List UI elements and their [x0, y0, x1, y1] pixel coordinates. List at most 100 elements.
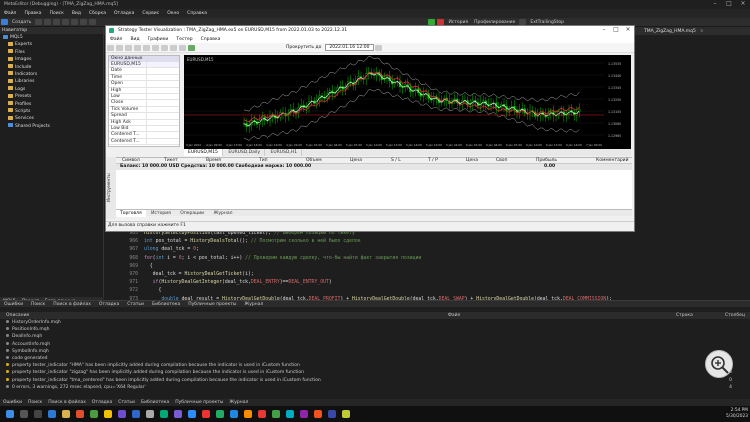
tab-articles[interactable]: Статьи: [118, 400, 135, 405]
nav-logs[interactable]: Logs: [0, 86, 103, 93]
tester-menu-help[interactable]: Справка: [201, 37, 221, 42]
chrome-icon[interactable]: [104, 410, 112, 418]
tab-library-mid[interactable]: Библиотека: [152, 302, 180, 307]
app-icon-4[interactable]: [160, 410, 168, 418]
zoom-out-icon[interactable]: [125, 44, 132, 51]
taskview-icon[interactable]: [34, 410, 42, 418]
app-icon-9[interactable]: [244, 410, 252, 418]
nav-libraries[interactable]: Libraries: [0, 78, 103, 85]
pause-icon[interactable]: [170, 44, 177, 51]
tab-search[interactable]: Поиск: [28, 400, 42, 405]
error-row[interactable]: HistoryOrderInfo.mqh: [0, 319, 750, 326]
app-icon-7[interactable]: [216, 410, 224, 418]
redo-icon[interactable]: [62, 19, 70, 25]
tab-operations[interactable]: Операции: [176, 210, 208, 217]
zoom-in-icon[interactable]: [116, 44, 123, 51]
code-line[interactable]: 972 {: [104, 287, 750, 295]
app-icon-1[interactable]: [118, 410, 126, 418]
app-icon-6[interactable]: [202, 410, 210, 418]
app-icon-16[interactable]: [342, 410, 350, 418]
tab-public-projects-mid[interactable]: Публичные проекты: [188, 302, 236, 307]
app-icon-14[interactable]: [314, 410, 322, 418]
error-row[interactable]: PositionInfo.mqh: [0, 326, 750, 333]
tab-search-files-mid[interactable]: Поиск в файлах: [53, 302, 91, 307]
grid-icon[interactable]: [134, 44, 141, 51]
tab-errors-mid[interactable]: Ошибки: [4, 302, 23, 307]
app-icon-15[interactable]: [328, 410, 336, 418]
tab-public-projects[interactable]: Публичные проекты: [175, 400, 223, 405]
nav-presets[interactable]: Presets: [0, 93, 103, 100]
copy-icon[interactable]: [80, 19, 88, 25]
paste-icon[interactable]: [89, 19, 97, 25]
open-icon[interactable]: [35, 19, 43, 25]
app-icon-2[interactable]: [132, 410, 140, 418]
search-icon[interactable]: [20, 410, 28, 418]
menu-view[interactable]: Вид: [72, 11, 81, 16]
tab-debug-mid[interactable]: Отладка: [99, 302, 119, 307]
code-line[interactable]: 966 int pos_total = HistoryDealsTotal(); …: [104, 238, 750, 246]
menu-file[interactable]: Файл: [4, 11, 16, 16]
speed-icon[interactable]: [179, 44, 186, 51]
tab-journal-mid[interactable]: Журнал: [244, 302, 263, 307]
error-row[interactable]: property tester_indicator "tma_centered"…: [0, 377, 750, 384]
app-icon-10[interactable]: [258, 410, 266, 418]
menu-debug[interactable]: Отладка: [114, 11, 134, 16]
app-icon-5[interactable]: [188, 410, 196, 418]
tab-articles-mid[interactable]: Статьи: [127, 302, 144, 307]
start-icon[interactable]: [6, 410, 14, 418]
error-row[interactable]: code generated: [0, 355, 750, 362]
new-icon[interactable]: [1, 19, 8, 25]
history-button[interactable]: История: [448, 20, 468, 25]
save-icon[interactable]: [44, 19, 52, 25]
minimize-icon[interactable]: –: [708, 0, 722, 9]
store-icon[interactable]: [76, 410, 84, 418]
nav-shared-projects[interactable]: Shared Projects: [0, 123, 103, 130]
tab-trade[interactable]: Торговля: [116, 210, 146, 217]
tab-search-mid[interactable]: Поиск: [31, 302, 45, 307]
error-row[interactable]: SymbolInfo.mqh: [0, 348, 750, 355]
tester-menu-view[interactable]: Вид: [130, 37, 139, 42]
tester-menu-charts[interactable]: Графики: [148, 37, 169, 42]
app-icon-12[interactable]: [286, 410, 294, 418]
code-line[interactable]: 969 {: [104, 263, 750, 271]
menu-search[interactable]: Поиск: [50, 11, 64, 16]
app-icon-8[interactable]: [230, 410, 238, 418]
price-chart[interactable]: EURUSD,M15 1.13535 1.13440 1.13345 1.13250 1.…: [184, 55, 631, 149]
tab-journal[interactable]: Журнал: [229, 400, 248, 405]
tab-history[interactable]: История: [147, 210, 175, 217]
scroll-to-button[interactable]: Прокрутить до: [286, 45, 321, 50]
chart-tab-daily[interactable]: EURUSD,Daily: [224, 149, 266, 156]
code-line[interactable]: 971 if(HistoryDealGetInteger(deal_tck,DE…: [104, 279, 750, 287]
error-row[interactable]: AccountInfo.mqh: [0, 341, 750, 348]
nav-indicators[interactable]: Indicators: [0, 71, 103, 78]
nav-profiles[interactable]: Profiles: [0, 101, 103, 108]
app-icon-11[interactable]: [272, 410, 280, 418]
error-row[interactable]: property tester_indicator "HMA" has been…: [0, 362, 750, 369]
profile-button[interactable]: Профилирование: [474, 20, 515, 25]
chart-tab-m15[interactable]: EURUSD,M15: [184, 149, 223, 156]
app-icon-3[interactable]: [146, 410, 154, 418]
balance-row[interactable]: Баланс: 10 000.00 USD Средства: 10 000.0…: [116, 164, 632, 170]
nav-images[interactable]: Images: [0, 56, 103, 63]
date-input[interactable]: 2022.01.16 12:00: [325, 44, 374, 51]
col-column[interactable]: Столбец: [725, 312, 745, 319]
play-icon[interactable]: [188, 44, 195, 51]
tester-menu-file[interactable]: Файл: [110, 37, 122, 42]
line-icon[interactable]: [161, 44, 168, 51]
error-row[interactable]: 0 errors, 3 warnings, 272 msec elapsed, …: [0, 384, 750, 391]
close-icon[interactable]: ×: [736, 0, 750, 9]
col-line[interactable]: Строка: [676, 312, 693, 319]
tab-journal[interactable]: Журнал: [210, 210, 237, 217]
error-row[interactable]: DealInfo.mqh: [0, 333, 750, 340]
tab-debug[interactable]: Отладка: [92, 400, 112, 405]
menu-edit[interactable]: Правка: [24, 11, 41, 16]
candles-icon[interactable]: [152, 44, 159, 51]
code-editor[interactable]: 965 HistorySelectByPosition(last_opened_t…: [104, 230, 750, 302]
tab-errors[interactable]: Ошибки: [3, 400, 22, 405]
chart-icon[interactable]: [107, 44, 114, 51]
edge-icon[interactable]: [48, 410, 56, 418]
tester-menu-tester[interactable]: Тестер: [176, 37, 192, 42]
code-line[interactable]: 968 for(int i = 0; i < pos_total; i++) //…: [104, 255, 750, 263]
cut-icon[interactable]: [71, 19, 79, 25]
nav-scripts[interactable]: Scripts: [0, 108, 103, 115]
